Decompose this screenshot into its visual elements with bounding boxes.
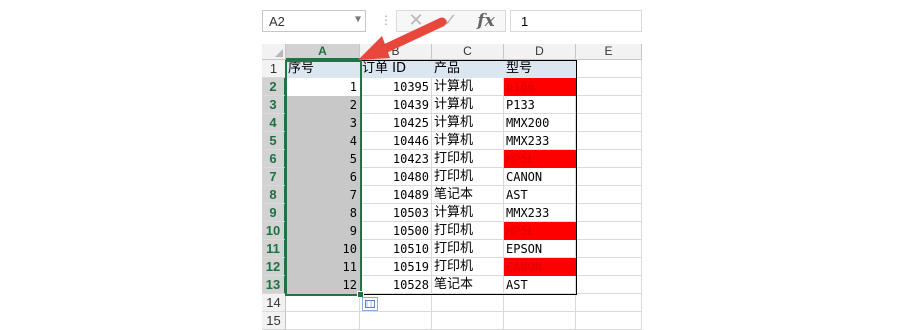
row-7-header[interactable]: 7 xyxy=(262,168,286,186)
cell-seq[interactable]: 8 xyxy=(286,204,360,222)
red-arrow-annotation xyxy=(358,17,447,60)
row-6-header[interactable]: 6 xyxy=(262,150,286,168)
cell-product[interactable]: 计算机 xyxy=(432,132,504,150)
cell-model[interactable]: MMX200 xyxy=(504,114,576,132)
cell-seq[interactable]: 11 xyxy=(286,258,360,276)
cell-order-id[interactable]: 10500 xyxy=(360,222,432,240)
cell-product[interactable]: 笔记本 xyxy=(432,276,504,294)
spreadsheet-grid[interactable]: A B C D E 1 2 3 4 5 6 7 8 9 10 11 12 13 14 15 序号 订单 ID 产… xyxy=(262,44,642,330)
row-4-header[interactable]: 4 xyxy=(262,114,286,132)
cell-product[interactable]: 计算机 xyxy=(432,96,504,114)
cell-order-id[interactable]: 10439 xyxy=(360,96,432,114)
cell-product[interactable]: 打印机 xyxy=(432,150,504,168)
cell-model[interactable]: P133 xyxy=(504,96,576,114)
cell-model[interactable]: AST xyxy=(504,276,576,294)
row-5-header[interactable]: 5 xyxy=(262,132,286,150)
cell-seq[interactable]: 2 xyxy=(286,96,360,114)
column-A-header[interactable]: A xyxy=(286,44,360,60)
cell-order-id[interactable]: 10423 xyxy=(360,150,432,168)
cell-model[interactable]: HP5L xyxy=(504,222,576,240)
row-3-header[interactable]: 3 xyxy=(262,96,286,114)
cell-model[interactable]: CANON xyxy=(504,168,576,186)
cell-seq[interactable]: 4 xyxy=(286,132,360,150)
fx-icon[interactable]: fx xyxy=(473,11,499,31)
formula-input[interactable]: 1 xyxy=(510,10,642,32)
cell-seq[interactable]: 3 xyxy=(286,114,360,132)
cell-order-id[interactable]: 10425 xyxy=(360,114,432,132)
cell-seq[interactable]: 12 xyxy=(286,276,360,294)
cell-seq[interactable]: 5 xyxy=(286,150,360,168)
row-14-header[interactable]: 14 xyxy=(262,294,286,312)
cell-order-id[interactable]: 10446 xyxy=(360,132,432,150)
cell-model[interactable]: AST xyxy=(504,186,576,204)
cell-order-id[interactable]: 10489 xyxy=(360,186,432,204)
cell-order-id[interactable]: 10510 xyxy=(360,240,432,258)
row-11-header[interactable]: 11 xyxy=(262,240,286,258)
cell-product[interactable]: 打印机 xyxy=(432,168,504,186)
cell-product[interactable]: 计算机 xyxy=(432,114,504,132)
cell-model[interactable]: p166 xyxy=(504,78,576,96)
cell-model[interactable]: MMX233 xyxy=(504,132,576,150)
formula-bar: A2 ▼ ⋮ ✕ ✓ fx 1 xyxy=(262,8,642,34)
cell-model[interactable]: HP5L xyxy=(504,150,576,168)
cell-product[interactable]: 笔记本 xyxy=(432,186,504,204)
cell-model[interactable]: CANON xyxy=(504,258,576,276)
cell-product[interactable]: 计算机 xyxy=(432,78,504,96)
cell-product[interactable]: 计算机 xyxy=(432,204,504,222)
row-10-header[interactable]: 10 xyxy=(262,222,286,240)
cell-order-id[interactable]: 10480 xyxy=(360,168,432,186)
cell-order-id[interactable]: 10528 xyxy=(360,276,432,294)
cell-seq[interactable]: 9 xyxy=(286,222,360,240)
cell-order-id[interactable]: 10519 xyxy=(360,258,432,276)
row-15-header[interactable]: 15 xyxy=(262,312,286,330)
row-12-header[interactable]: 12 xyxy=(262,258,286,276)
header-cell-seq[interactable]: 序号 xyxy=(286,60,360,78)
cell-seq[interactable]: 10 xyxy=(286,240,360,258)
row-9-header[interactable]: 9 xyxy=(262,204,286,222)
cell-product[interactable]: 打印机 xyxy=(432,240,504,258)
cell-seq[interactable]: 1 xyxy=(286,78,360,96)
cell-product[interactable]: 打印机 xyxy=(432,258,504,276)
quick-analysis-icon[interactable] xyxy=(362,297,378,311)
cell-order-id[interactable]: 10503 xyxy=(360,204,432,222)
row-2-header[interactable]: 2 xyxy=(262,78,286,96)
name-box-value: A2 xyxy=(269,14,285,29)
cell-order-id[interactable]: 10395 xyxy=(360,78,432,96)
row-8-header[interactable]: 8 xyxy=(262,186,286,204)
cell-seq[interactable]: 6 xyxy=(286,168,360,186)
row-13-header[interactable]: 13 xyxy=(262,276,286,294)
cell-model[interactable]: EPSON xyxy=(504,240,576,258)
cell-seq[interactable]: 7 xyxy=(286,186,360,204)
formula-value: 1 xyxy=(521,14,529,29)
cell-model[interactable]: MMX233 xyxy=(504,204,576,222)
cell-product[interactable]: 打印机 xyxy=(432,222,504,240)
column-D-header[interactable]: D xyxy=(504,44,576,60)
select-all-corner[interactable] xyxy=(262,44,286,60)
column-E-header[interactable]: E xyxy=(576,44,642,60)
header-cell-model[interactable]: 型号 xyxy=(504,60,576,78)
row-1-header[interactable]: 1 xyxy=(262,60,286,78)
